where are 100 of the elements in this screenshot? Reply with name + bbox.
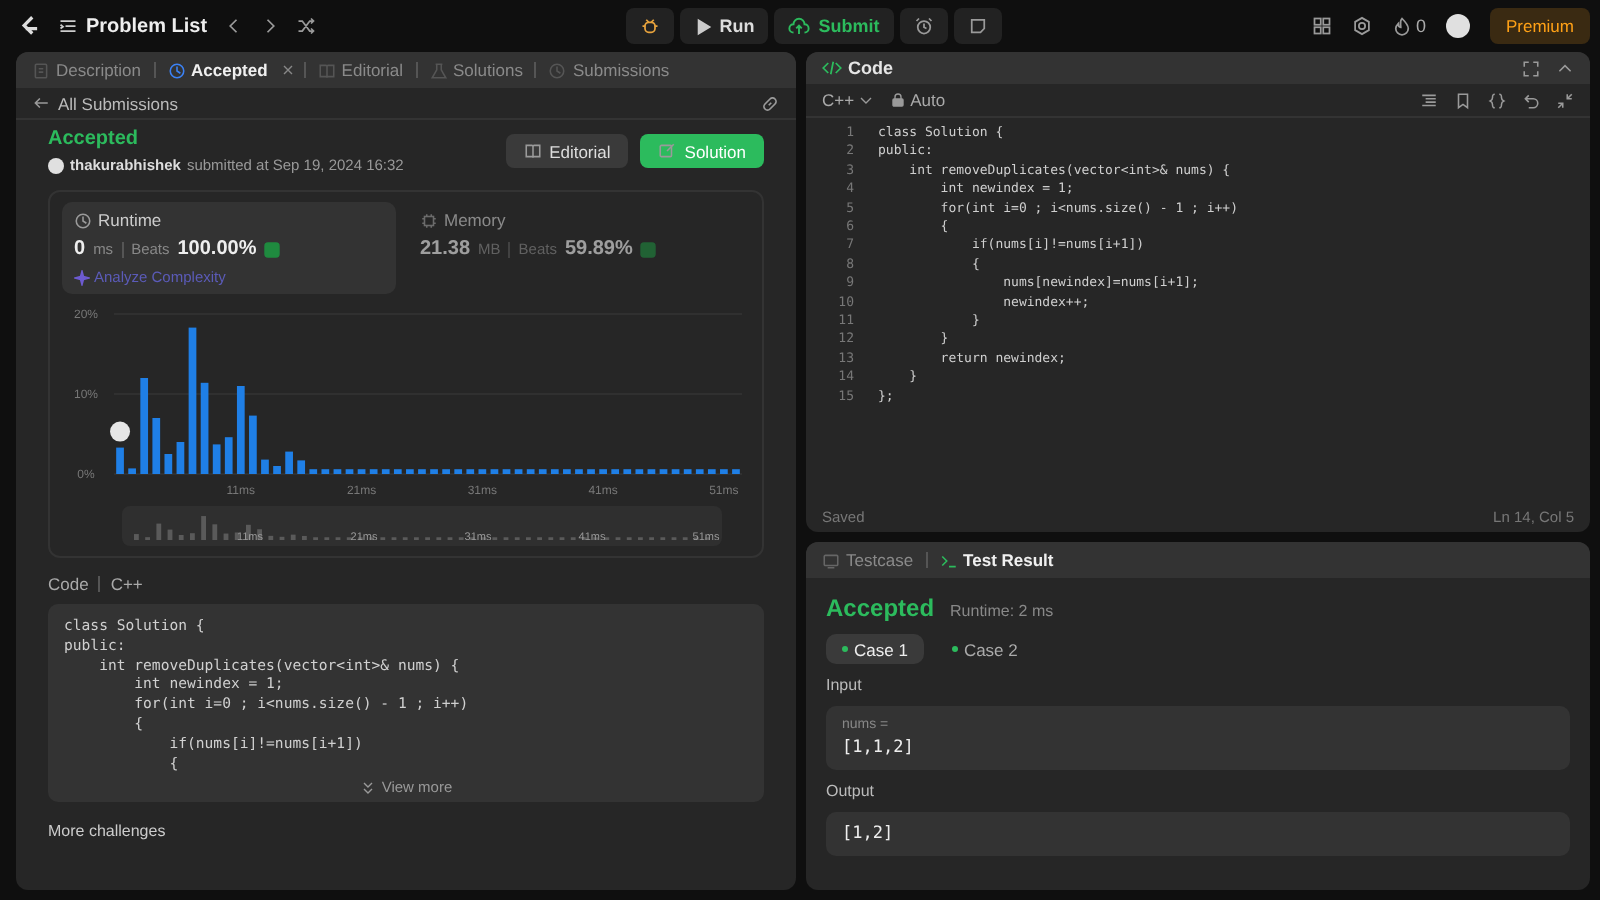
bar bbox=[128, 468, 136, 474]
language-dropdown[interactable]: C++ bbox=[822, 90, 875, 110]
bar bbox=[273, 466, 281, 474]
problem-list-link[interactable]: Problem List bbox=[86, 15, 208, 37]
clock-icon bbox=[167, 61, 186, 79]
badge-icon bbox=[264, 241, 281, 257]
clock-icon bbox=[548, 61, 567, 79]
bar bbox=[236, 386, 245, 474]
bar bbox=[490, 469, 499, 474]
bar bbox=[659, 469, 668, 474]
bar bbox=[430, 469, 438, 474]
shuffle-icon[interactable] bbox=[295, 16, 316, 36]
cloud-upload-icon bbox=[788, 15, 811, 37]
metric-value: 21.38 bbox=[420, 238, 471, 260]
bar bbox=[599, 469, 607, 474]
collapse-icon[interactable] bbox=[1556, 59, 1574, 77]
bar bbox=[406, 469, 414, 474]
premium-button[interactable]: Premium bbox=[1489, 8, 1590, 44]
status-dot bbox=[842, 646, 848, 652]
edit-icon bbox=[658, 142, 677, 160]
bar bbox=[695, 469, 704, 474]
bar bbox=[623, 469, 632, 474]
verdict-text: Accepted bbox=[826, 594, 935, 622]
bar bbox=[116, 447, 124, 474]
case-tab[interactable]: Case 2 bbox=[935, 634, 1034, 664]
bar bbox=[563, 469, 571, 474]
tab[interactable]: Testcase bbox=[818, 550, 918, 570]
bar bbox=[550, 469, 559, 474]
chip-icon bbox=[420, 211, 438, 229]
tab[interactable]: Solutions bbox=[425, 60, 527, 80]
beats-percent: 59.89% bbox=[564, 238, 633, 260]
submit-button[interactable]: Submit bbox=[774, 8, 894, 44]
bar bbox=[647, 469, 656, 474]
bar bbox=[369, 469, 378, 474]
bar bbox=[140, 378, 149, 474]
bar bbox=[381, 469, 390, 474]
play-icon bbox=[693, 17, 712, 35]
braces-icon[interactable] bbox=[1488, 91, 1506, 109]
bar bbox=[212, 444, 221, 474]
logo-icon bbox=[16, 13, 42, 39]
note-button[interactable] bbox=[953, 8, 1002, 44]
shrink-icon[interactable] bbox=[1556, 91, 1574, 109]
metric-label: Runtime bbox=[98, 210, 162, 230]
document-icon bbox=[32, 61, 50, 79]
bookmark-icon[interactable] bbox=[1454, 91, 1472, 109]
flame-icon[interactable] bbox=[1391, 16, 1412, 36]
double-chevron-icon bbox=[359, 779, 376, 796]
bar bbox=[345, 469, 354, 474]
book-icon bbox=[523, 142, 542, 160]
settings-icon[interactable] bbox=[1351, 16, 1372, 36]
bug-icon bbox=[639, 16, 660, 36]
bar bbox=[635, 469, 644, 474]
all-submissions-link[interactable]: All Submissions bbox=[32, 93, 178, 113]
bar bbox=[478, 469, 487, 474]
undo-icon[interactable] bbox=[1522, 91, 1540, 109]
metric-label: Memory bbox=[444, 210, 506, 230]
bar bbox=[285, 451, 293, 474]
bar bbox=[297, 460, 306, 474]
code-icon bbox=[822, 58, 842, 78]
section-heading: More challenges bbox=[48, 822, 168, 841]
bar bbox=[732, 469, 740, 474]
grid-icon[interactable] bbox=[1311, 16, 1332, 36]
tab[interactable]: Editorial bbox=[313, 60, 408, 80]
editorial-button[interactable]: Editorial bbox=[505, 134, 629, 168]
bar bbox=[575, 469, 583, 474]
avatar[interactable] bbox=[1445, 14, 1470, 38]
maximize-icon[interactable] bbox=[1522, 59, 1540, 77]
tab[interactable]: Accepted bbox=[163, 60, 272, 80]
bar bbox=[720, 469, 728, 474]
mode-label: Auto bbox=[890, 90, 946, 110]
debug-button[interactable] bbox=[625, 8, 674, 44]
clock-icon bbox=[74, 211, 92, 229]
close-icon[interactable] bbox=[279, 62, 296, 78]
bar bbox=[249, 415, 257, 474]
format-icon[interactable] bbox=[1420, 91, 1438, 109]
alarm-button[interactable] bbox=[899, 8, 948, 44]
bar bbox=[393, 469, 402, 474]
case-tab[interactable]: Case 1 bbox=[826, 634, 924, 664]
beats-percent: 100.00% bbox=[177, 238, 257, 260]
bar bbox=[309, 469, 318, 474]
bar bbox=[261, 459, 269, 474]
lock-icon bbox=[890, 92, 907, 108]
tab[interactable]: Submissions bbox=[544, 60, 674, 80]
metric-value: 0 bbox=[74, 238, 86, 260]
bar bbox=[321, 469, 330, 474]
bar bbox=[466, 469, 475, 474]
bar bbox=[418, 469, 426, 474]
bar bbox=[538, 469, 547, 474]
avatar-marker bbox=[110, 421, 131, 442]
bar bbox=[442, 469, 450, 474]
tab[interactable]: Description bbox=[28, 60, 146, 80]
link-icon[interactable] bbox=[760, 93, 780, 113]
list-icon[interactable] bbox=[58, 16, 78, 36]
tab[interactable]: Test Result bbox=[935, 550, 1058, 570]
run-button[interactable]: Run bbox=[679, 8, 769, 44]
sparkle-icon bbox=[74, 269, 90, 285]
bar bbox=[683, 469, 692, 474]
alarm-clock-icon bbox=[913, 16, 934, 36]
chevron-down-icon bbox=[858, 92, 875, 108]
input-value: [1,1,2] bbox=[842, 738, 916, 758]
